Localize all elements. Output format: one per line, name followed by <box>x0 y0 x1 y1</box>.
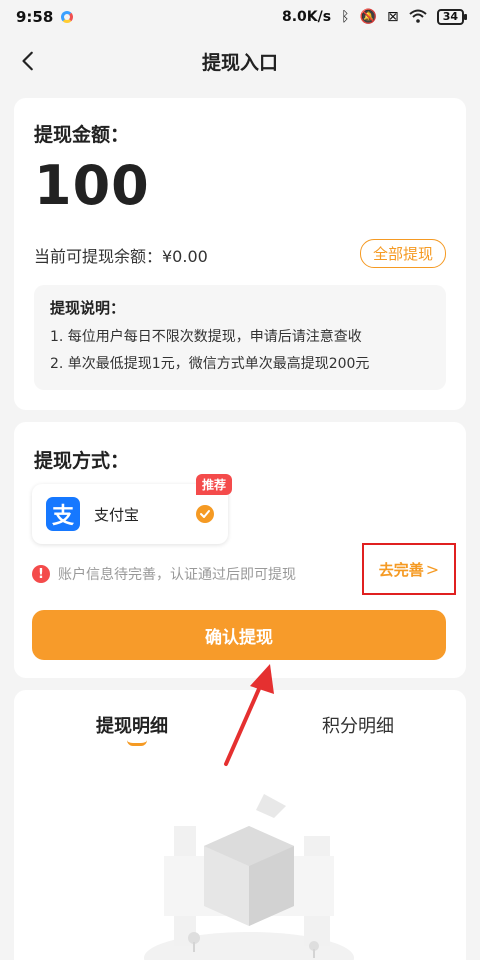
amount-label: 提现金额： <box>34 124 130 146</box>
tab-points-records[interactable]: 积分明细 <box>322 712 394 738</box>
mute-icon: 🔕 <box>359 9 377 25</box>
active-tab-indicator <box>127 740 147 746</box>
withdraw-all-button[interactable]: 全部提现 <box>359 239 446 268</box>
empty-state-illustration <box>144 794 354 960</box>
confirm-withdraw-button[interactable]: 确认提现 <box>32 610 446 660</box>
status-right: 8.0K/s ᛒ 🔕 ⊠ 34 <box>282 9 468 26</box>
account-warning: ! 账户信息待完善，认证通过后即可提现 <box>32 564 296 584</box>
chevron-left-icon <box>22 51 33 71</box>
recommend-badge: 推荐 <box>196 474 233 495</box>
balance-text: 当前可提现余额：¥0.00 <box>34 247 208 266</box>
amount-value[interactable]: 100 <box>34 154 150 217</box>
status-time: 9:58 <box>16 8 54 26</box>
complete-label: 去完善 <box>378 560 424 579</box>
notes-line: 2. 单次最低提现1元，微信方式单次最高提现200元 <box>50 356 370 372</box>
battery-icon: 34 <box>436 9 468 25</box>
withdraw-notes: 提现说明： 1. 每位用户每日不限次数提现，申请后请注意查收 2. 单次最低提现… <box>34 285 446 390</box>
status-bar: 9:58 8.0K/s ᛒ 🔕 ⊠ 34 <box>0 0 480 34</box>
amount-card: 提现金额： 100 当前可提现余额：¥0.00 全部提现 提现说明： 1. 每位… <box>14 98 466 410</box>
method-label: 提现方式： <box>34 450 130 472</box>
network-speed: 8.0K/s <box>282 9 332 25</box>
method-card: 提现方式： 支 支付宝 推荐 ! 账户信息待完善，认证通过后即可提现 去完善 > … <box>14 422 466 678</box>
notes-title: 提现说明： <box>50 299 126 317</box>
back-button[interactable] <box>14 46 44 76</box>
complete-info-link[interactable]: 去完善 > <box>362 543 456 595</box>
notes-line: 1. 每位用户每日不限次数提现，申请后请注意查收 <box>50 329 362 345</box>
sim-icon: ⊠ <box>386 9 399 25</box>
check-icon <box>196 505 214 523</box>
alipay-icon: 支 <box>46 497 80 531</box>
wifi-icon <box>409 9 427 26</box>
pay-option-name: 支付宝 <box>94 505 140 524</box>
bluetooth-icon: ᛒ <box>341 9 350 25</box>
app-notification-icon <box>61 11 74 23</box>
tab-withdraw-records[interactable]: 提现明细 <box>96 712 168 738</box>
warning-icon: ! <box>32 565 50 583</box>
annotation-arrow <box>224 664 274 766</box>
page-title: 提现入口 <box>201 51 278 74</box>
chevron-right-icon: > <box>425 559 440 579</box>
nav-bar: 提现入口 <box>0 34 480 88</box>
warning-text: 账户信息待完善，认证通过后即可提现 <box>58 567 296 583</box>
